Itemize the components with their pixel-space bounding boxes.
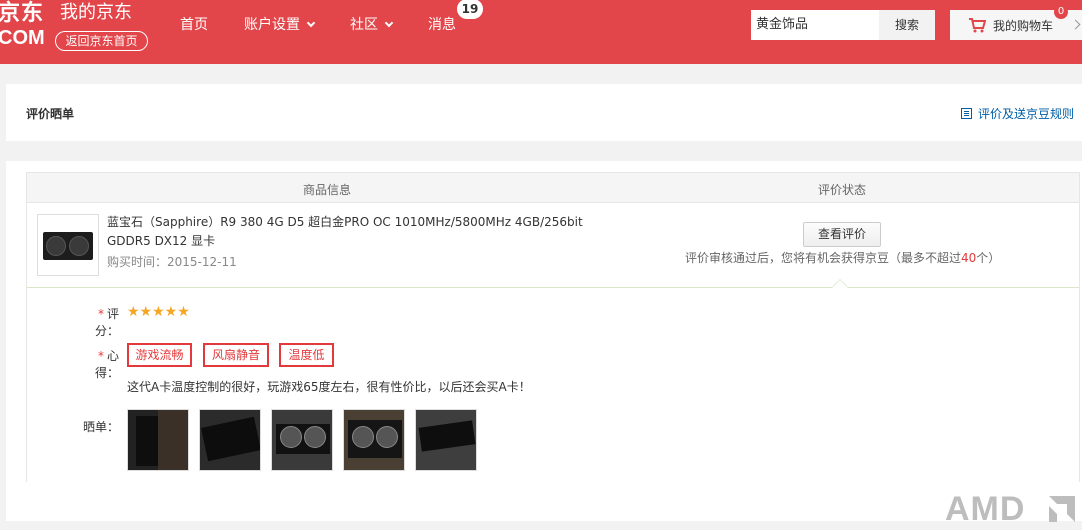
table-header: 商品信息 评价状态 bbox=[27, 173, 1079, 203]
cart-count-badge: 0 bbox=[1054, 5, 1068, 19]
nav-account-settings[interactable]: 账户设置 bbox=[244, 15, 316, 35]
nav-account-label: 账户设置 bbox=[244, 17, 300, 33]
fan-graphic bbox=[304, 426, 326, 448]
col-header-product: 商品信息 bbox=[303, 183, 352, 197]
chevron-down-icon bbox=[306, 18, 316, 28]
nav-messages[interactable]: 消息 bbox=[428, 15, 456, 35]
fan-graphic bbox=[46, 236, 66, 256]
pointer-arrow-fill bbox=[832, 280, 848, 288]
review-photo[interactable] bbox=[127, 409, 189, 471]
section-header: 评价晒单 评价及送京豆规则 bbox=[6, 84, 1082, 141]
cart-icon bbox=[969, 18, 986, 33]
review-details: * 评分： ★★★★★ * 心得： 游戏流畅 风扇静音 温度低 这代A卡温度控制的很… bbox=[27, 279, 1079, 482]
fan-graphic bbox=[376, 426, 398, 448]
review-tag: 游戏流畅 bbox=[127, 343, 192, 367]
experience-label: * 心得： bbox=[81, 347, 119, 381]
back-home-link[interactable]: 返回京东首页 bbox=[55, 31, 148, 51]
fan-graphic bbox=[352, 426, 374, 448]
col-header-status: 评价状态 bbox=[818, 183, 867, 197]
jd-logo-com[interactable]: COM bbox=[0, 27, 45, 49]
chevron-down-icon bbox=[384, 18, 394, 28]
amd-watermark-logo: AMD bbox=[945, 490, 1026, 528]
search-button[interactable]: 搜索 bbox=[879, 10, 935, 40]
list-icon bbox=[960, 108, 972, 119]
rating-label: * 评分： bbox=[81, 305, 119, 339]
beans-note-suffix: 个） bbox=[976, 251, 1001, 265]
cart-button[interactable]: 我的购物车 0 bbox=[950, 5, 1082, 40]
beans-note: 评价审核通过后，您将有机会获得京豆（最多不超过40个） bbox=[685, 249, 1000, 266]
product-name-link[interactable]: 蓝宝石（Sapphire）R9 380 4G D5 超白金PRO OC 1010… bbox=[107, 213, 617, 251]
gpu-image bbox=[43, 232, 93, 260]
rules-link-label: 评价及送京豆规则 bbox=[977, 107, 1074, 121]
view-review-button[interactable]: 查看评价 bbox=[803, 222, 881, 247]
product-image[interactable] bbox=[37, 214, 99, 276]
chevron-right-icon bbox=[1070, 19, 1081, 30]
nav-home-label: 首页 bbox=[180, 17, 208, 33]
review-rules-link[interactable]: 评价及送京豆规则 bbox=[960, 105, 1074, 122]
review-photo[interactable] bbox=[415, 409, 477, 471]
fan-graphic bbox=[280, 426, 302, 448]
review-photo[interactable] bbox=[271, 409, 333, 471]
photo-card bbox=[201, 416, 260, 462]
review-photo[interactable] bbox=[343, 409, 405, 471]
review-text: 这代A卡温度控制的很好，玩游戏65度左右，很有性价比，以后还会买A卡！ bbox=[127, 380, 531, 394]
nav-community[interactable]: 社区 bbox=[350, 15, 394, 35]
review-panel: 商品信息 评价状态 蓝宝石（Sapphire）R9 380 4G D5 超白金P… bbox=[6, 161, 1082, 521]
photos-label: 晒单： bbox=[82, 420, 119, 434]
site-title[interactable]: 我的京东 bbox=[60, 2, 132, 24]
message-count-badge: 19 bbox=[457, 0, 483, 19]
nav-messages-label: 消息 bbox=[428, 17, 456, 33]
order-item: 商品信息 评价状态 蓝宝石（Sapphire）R9 380 4G D5 超白金P… bbox=[26, 172, 1080, 482]
required-mark: * bbox=[97, 307, 104, 321]
rating-stars: ★★★★★ bbox=[127, 304, 190, 320]
review-tag: 温度低 bbox=[279, 343, 334, 367]
jd-logo-text[interactable]: 京东 bbox=[0, 2, 44, 26]
page-title: 评价晒单 bbox=[26, 107, 75, 121]
nav-home[interactable]: 首页 bbox=[180, 15, 208, 35]
purchase-date: 购买时间：2015-12-11 bbox=[107, 255, 237, 269]
amd-arrow-icon bbox=[1049, 496, 1075, 522]
nav-community-label: 社区 bbox=[350, 17, 378, 33]
required-mark: * bbox=[97, 349, 104, 363]
photo-card bbox=[158, 410, 188, 470]
photo-card bbox=[418, 420, 476, 452]
beans-max: 40 bbox=[961, 251, 977, 265]
top-header: 京东 COM 我的京东 返回京东首页 首页 账户设置 社区 消息 19 黄金饰品… bbox=[0, 0, 1082, 64]
cart-label: 我的购物车 bbox=[993, 19, 1054, 33]
search-input[interactable]: 黄金饰品 bbox=[751, 10, 879, 40]
review-tag: 风扇静音 bbox=[203, 343, 269, 367]
beans-note-prefix: 评价审核通过后，您将有机会获得京豆（最多不超过 bbox=[685, 251, 962, 265]
fan-graphic bbox=[69, 236, 89, 256]
review-photo[interactable] bbox=[199, 409, 261, 471]
